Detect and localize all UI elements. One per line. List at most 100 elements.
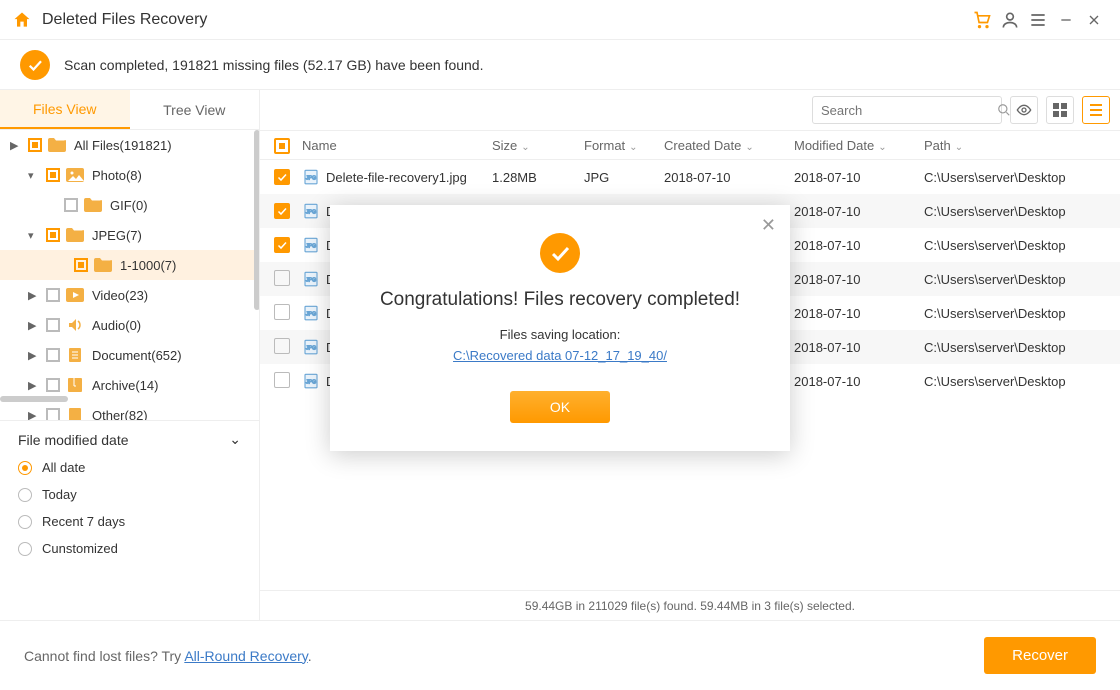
row-checkbox[interactable]: [274, 304, 290, 320]
filter-today[interactable]: Today: [18, 487, 241, 502]
jpg-file-icon: JPG: [302, 168, 320, 186]
col-format[interactable]: Format⌄: [580, 138, 660, 153]
tab-tree-view[interactable]: Tree View: [130, 90, 260, 129]
row-checkbox[interactable]: [274, 169, 290, 185]
titlebar: Deleted Files Recovery: [0, 0, 1120, 40]
modal-ok-button[interactable]: OK: [510, 391, 610, 423]
tree-other[interactable]: ▶Other(82): [0, 400, 259, 420]
search-input[interactable]: [821, 103, 997, 118]
chevron-down-icon: ⌄: [229, 431, 241, 448]
menu-icon[interactable]: [1024, 6, 1052, 34]
jpg-file-icon: JPG: [302, 304, 320, 322]
scan-complete-check-icon: [20, 50, 50, 80]
tree-jpeg[interactable]: ▾JPEG(7): [0, 220, 259, 250]
row-checkbox[interactable]: [274, 237, 290, 253]
search-icon[interactable]: [997, 103, 1011, 117]
file-path: C:\Users\server\Desktop: [920, 306, 1110, 321]
home-icon[interactable]: [12, 10, 32, 30]
filter-recent-7-days[interactable]: Recent 7 days: [18, 514, 241, 529]
filter-header[interactable]: File modified date⌄: [18, 431, 241, 448]
modal-success-check-icon: [540, 233, 580, 273]
row-checkbox[interactable]: [274, 270, 290, 286]
tree-document[interactable]: ▶Document(652): [0, 340, 259, 370]
table-row[interactable]: JPGDelete-file-recovery1.jpg1.28MBJPG201…: [260, 160, 1120, 194]
file-size: 1.28MB: [488, 170, 580, 185]
svg-text:JPG: JPG: [306, 209, 316, 215]
svg-text:JPG: JPG: [306, 175, 316, 181]
col-created[interactable]: Created Date⌄: [660, 138, 790, 153]
filter-all-date[interactable]: All date: [18, 460, 241, 475]
table-header: Name Size⌄ Format⌄ Created Date⌄ Modifie…: [260, 130, 1120, 160]
file-path: C:\Users\server\Desktop: [920, 374, 1110, 389]
row-checkbox[interactable]: [274, 338, 290, 354]
svg-text:JPG: JPG: [306, 311, 316, 317]
modal-close-icon[interactable]: ✕: [761, 215, 776, 236]
file-path: C:\Users\server\Desktop: [920, 238, 1110, 253]
filter-customized[interactable]: Cunstomized: [18, 541, 241, 556]
file-path: C:\Users\server\Desktop: [920, 272, 1110, 287]
file-path: C:\Users\server\Desktop: [920, 170, 1110, 185]
svg-text:JPG: JPG: [306, 379, 316, 385]
file-modified: 2018-07-10: [790, 204, 920, 219]
jpg-file-icon: JPG: [302, 270, 320, 288]
col-name[interactable]: Name: [298, 138, 488, 153]
select-all-checkbox[interactable]: [274, 138, 290, 154]
jpg-file-icon: JPG: [302, 202, 320, 220]
filter-panel: File modified date⌄ All date Today Recen…: [0, 420, 259, 620]
file-format: JPG: [580, 170, 660, 185]
jpg-file-icon: JPG: [302, 372, 320, 390]
minimize-icon[interactable]: [1052, 6, 1080, 34]
tree-all-files[interactable]: ▶All Files(191821): [0, 130, 259, 160]
all-round-recovery-link[interactable]: All-Round Recovery: [184, 648, 307, 664]
col-modified[interactable]: Modified Date⌄: [790, 138, 920, 153]
col-size[interactable]: Size⌄: [488, 138, 580, 153]
tab-files-view[interactable]: Files View: [0, 90, 130, 129]
file-path: C:\Users\server\Desktop: [920, 204, 1110, 219]
modal-location-link[interactable]: C:\Recovered data 07-12_17_19_40/: [330, 348, 790, 363]
file-name: Delete-file-recovery1.jpg: [326, 170, 467, 185]
modal-location-label: Files saving location:: [330, 327, 790, 342]
footer: Cannot find lost files? Try All-Round Re…: [0, 620, 1120, 690]
view-list-icon[interactable]: [1082, 96, 1110, 124]
svg-text:JPG: JPG: [306, 277, 316, 283]
file-path: C:\Users\server\Desktop: [920, 340, 1110, 355]
file-modified: 2018-07-10: [790, 170, 920, 185]
tree-video[interactable]: ▶Video(23): [0, 280, 259, 310]
tree-audio[interactable]: ▶Audio(0): [0, 310, 259, 340]
recovery-complete-modal: ✕ Congratulations! Files recovery comple…: [330, 205, 790, 451]
col-path[interactable]: Path⌄: [920, 138, 1110, 153]
close-icon[interactable]: [1080, 6, 1108, 34]
file-modified: 2018-07-10: [790, 374, 920, 389]
recover-button[interactable]: Recover: [984, 637, 1096, 674]
modal-title: Congratulations! Files recovery complete…: [330, 289, 790, 311]
tree-scrollbar-horizontal[interactable]: [0, 396, 68, 402]
search-box[interactable]: [812, 96, 1002, 124]
tree-range-1-1000[interactable]: 1-1000(7): [0, 250, 259, 280]
view-grid-icon[interactable]: [1046, 96, 1074, 124]
tree-photo[interactable]: ▾Photo(8): [0, 160, 259, 190]
view-tabs: Files View Tree View: [0, 90, 259, 130]
content-toolbar: [260, 90, 1120, 130]
page-title: Deleted Files Recovery: [42, 11, 207, 29]
preview-toggle[interactable]: [1010, 96, 1038, 124]
row-checkbox[interactable]: [274, 372, 290, 388]
file-created: 2018-07-10: [660, 170, 790, 185]
user-icon[interactable]: [996, 6, 1024, 34]
svg-text:JPG: JPG: [306, 243, 316, 249]
category-tree: ▶All Files(191821) ▾Photo(8) GIF(0) ▾JPE…: [0, 130, 259, 420]
scan-status-text: Scan completed, 191821 missing files (52…: [64, 57, 483, 73]
scan-status-bar: Scan completed, 191821 missing files (52…: [0, 40, 1120, 90]
cart-icon[interactable]: [968, 6, 996, 34]
file-modified: 2018-07-10: [790, 238, 920, 253]
jpg-file-icon: JPG: [302, 236, 320, 254]
jpg-file-icon: JPG: [302, 338, 320, 356]
tree-scrollbar-vertical[interactable]: [254, 130, 259, 310]
file-modified: 2018-07-10: [790, 272, 920, 287]
svg-text:JPG: JPG: [306, 345, 316, 351]
tree-gif[interactable]: GIF(0): [0, 190, 259, 220]
file-modified: 2018-07-10: [790, 340, 920, 355]
sidebar: Files View Tree View ▶All Files(191821) …: [0, 90, 260, 620]
file-modified: 2018-07-10: [790, 306, 920, 321]
status-bar: 59.44GB in 211029 file(s) found. 59.44MB…: [260, 590, 1120, 620]
row-checkbox[interactable]: [274, 203, 290, 219]
